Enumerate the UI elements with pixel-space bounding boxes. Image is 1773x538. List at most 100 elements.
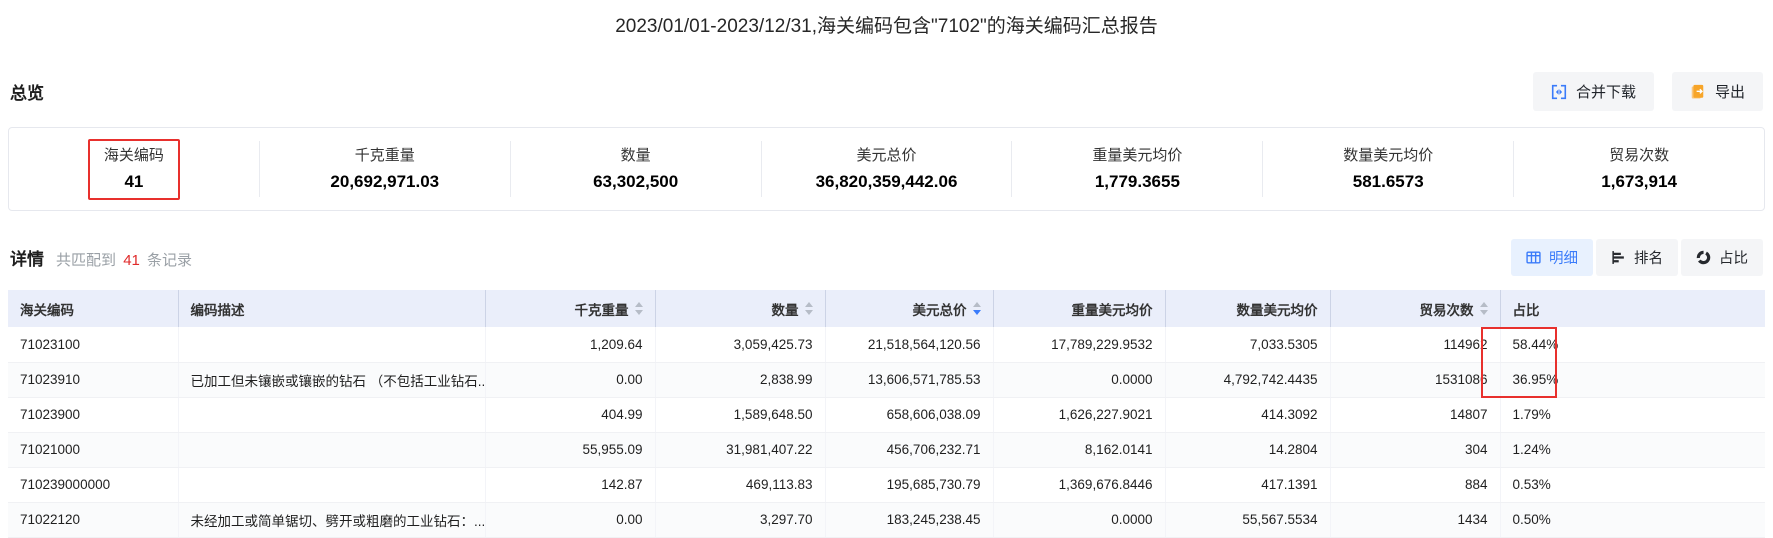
view-button-pie[interactable]: 占比 (1681, 239, 1763, 276)
merge-download-button[interactable]: 合并下载 (1532, 72, 1654, 111)
sort-carets[interactable] (972, 302, 981, 315)
col-header-2[interactable]: 千克重量 (485, 290, 656, 327)
view-button-label: 占比 (1719, 251, 1748, 267)
col-header-8: 占比 (1500, 290, 1765, 327)
cell: 3,297.70 (655, 502, 826, 538)
cell: 142.87 (485, 467, 656, 503)
sort-caret-down[interactable] (804, 310, 813, 315)
export-label: 导出 (1714, 84, 1745, 101)
table-body: 71023100 1,209.64 3,059,425.73 21,518,564,1… (8, 327, 1765, 538)
cell: 71021000 (8, 432, 179, 468)
table-row: 71023100 1,209.64 3,059,425.73 21,518,564,1… (8, 327, 1765, 363)
cell: 417.1391 (1165, 467, 1331, 503)
cell: 55,567.5534 (1165, 502, 1331, 538)
cell: 0.0000 (993, 502, 1166, 538)
detail-header: 详情 共匹配到 41 条记录 明细 排名 占比 (10, 239, 1763, 276)
sort-caret-up[interactable] (804, 302, 813, 307)
cell: 304 (1330, 432, 1501, 468)
cell: 0.53% (1500, 467, 1765, 503)
table-icon (1526, 250, 1541, 265)
stat-label: 美元总价 (856, 146, 917, 164)
ranking-icon (1611, 250, 1626, 265)
cell (178, 397, 486, 433)
cell: 1531086 (1330, 362, 1501, 398)
cell: 14.2804 (1165, 432, 1331, 468)
export-button[interactable]: 导出 (1671, 72, 1763, 111)
detail-table-wrap: 海关编码 编码描述 千克重量 数量 美元总价 重量美元均价 数量美元均价 贸易次数 占比 710… (8, 290, 1765, 538)
cell: 658,606,038.09 (825, 397, 994, 433)
overview-heading: 总览 (10, 84, 44, 103)
stat-value: 1,779.3655 (1094, 171, 1180, 191)
table-header-row: 海关编码 编码描述 千克重量 数量 美元总价 重量美元均价 数量美元均价 贸易次数 占比 (8, 290, 1765, 327)
stat-label: 贸易次数 (1609, 146, 1670, 164)
sort-caret-up[interactable] (634, 302, 643, 307)
cell: 414.3092 (1165, 397, 1331, 433)
cell: 1434 (1330, 502, 1501, 538)
stat-1: 千克重量 20,692,971.03 (258, 141, 510, 197)
view-button-table[interactable]: 明细 (1511, 239, 1593, 276)
sort-caret-down[interactable] (634, 310, 643, 315)
cell: 4,792,742.4435 (1165, 362, 1331, 398)
cell (178, 432, 486, 468)
stat-label: 重量美元均价 (1092, 146, 1183, 164)
stat-value: 20,692,971.03 (330, 171, 440, 191)
sort-caret-up[interactable] (1479, 302, 1488, 307)
view-button-label: 明细 (1549, 251, 1578, 267)
cell (178, 467, 486, 503)
cell: 3,059,425.73 (655, 327, 826, 363)
sort-carets[interactable] (804, 302, 813, 315)
merge-download-label: 合并下载 (1575, 84, 1636, 101)
cell: 8,162.0141 (993, 432, 1166, 468)
stat-label: 数量 (620, 146, 651, 164)
sort-caret-up[interactable] (972, 302, 981, 307)
cell: 36.95% (1500, 362, 1765, 398)
page-title: 2023/01/01-2023/12/31,海关编码包含"7102"的海关编码汇… (615, 16, 1158, 37)
stat-label: 数量美元均价 (1343, 146, 1434, 164)
stat-label: 海关编码 (103, 146, 164, 164)
cell: 0.0000 (993, 362, 1166, 398)
col-header-6: 数量美元均价 (1165, 290, 1331, 327)
col-header-label: 编码描述 (190, 302, 245, 318)
table-row: 71023900 404.99 1,589,648.50 658,606,038.09… (8, 397, 1765, 433)
stat-2: 数量 63,302,500 (509, 141, 761, 198)
stat-6: 贸易次数 1,673,914 (1513, 141, 1764, 197)
cell: 0.50% (1500, 502, 1765, 538)
cell: 71023910 (8, 362, 179, 398)
stat-label: 千克重量 (354, 146, 415, 164)
col-header-7[interactable]: 贸易次数 (1330, 290, 1501, 327)
stat-box: 美元总价 36,820,359,442.06 (802, 141, 972, 198)
detail-heading: 详情 (10, 250, 44, 269)
cell: 71023900 (8, 397, 179, 433)
cell: 71022120 (8, 502, 179, 538)
pie-icon (1696, 250, 1711, 265)
stat-value: 36,820,359,442.06 (815, 171, 958, 191)
view-button-ranking[interactable]: 排名 (1596, 239, 1678, 276)
col-header-1: 编码描述 (178, 290, 486, 327)
stat-value: 581.6573 (1352, 171, 1424, 191)
cell: 71023100 (8, 327, 179, 363)
cell: 0.00 (485, 362, 656, 398)
stat-box: 数量 63,302,500 (579, 141, 692, 198)
overview-header: 总览 合并下载 导出 (10, 72, 1763, 111)
col-header-label: 重量美元均价 (1071, 302, 1153, 318)
stat-5: 数量美元均价 581.6573 (1262, 141, 1513, 197)
col-header-3[interactable]: 数量 (655, 290, 826, 327)
col-header-4[interactable]: 美元总价 (825, 290, 994, 327)
view-button-label: 排名 (1634, 251, 1663, 267)
stat-0: 海关编码 41 (9, 138, 259, 200)
view-toggle-group: 明细 排名 占比 (1511, 239, 1763, 276)
cell: 17,789,229.9532 (993, 327, 1166, 363)
sort-caret-down[interactable] (1479, 310, 1488, 315)
col-header-0: 海关编码 (8, 290, 179, 327)
col-header-label: 千克重量 (574, 302, 629, 318)
stat-value: 41 (124, 171, 144, 191)
cell: 58.44% (1500, 327, 1765, 363)
cell: 469,113.83 (655, 467, 826, 503)
detail-table: 海关编码 编码描述 千克重量 数量 美元总价 重量美元均价 数量美元均价 贸易次数 占比 710… (8, 290, 1765, 538)
cell: 884 (1330, 467, 1501, 503)
cell: 404.99 (485, 397, 656, 433)
sort-carets[interactable] (634, 302, 643, 315)
sort-carets[interactable] (1479, 302, 1488, 315)
cell: 1.24% (1500, 432, 1765, 468)
sort-caret-down[interactable] (972, 310, 981, 315)
